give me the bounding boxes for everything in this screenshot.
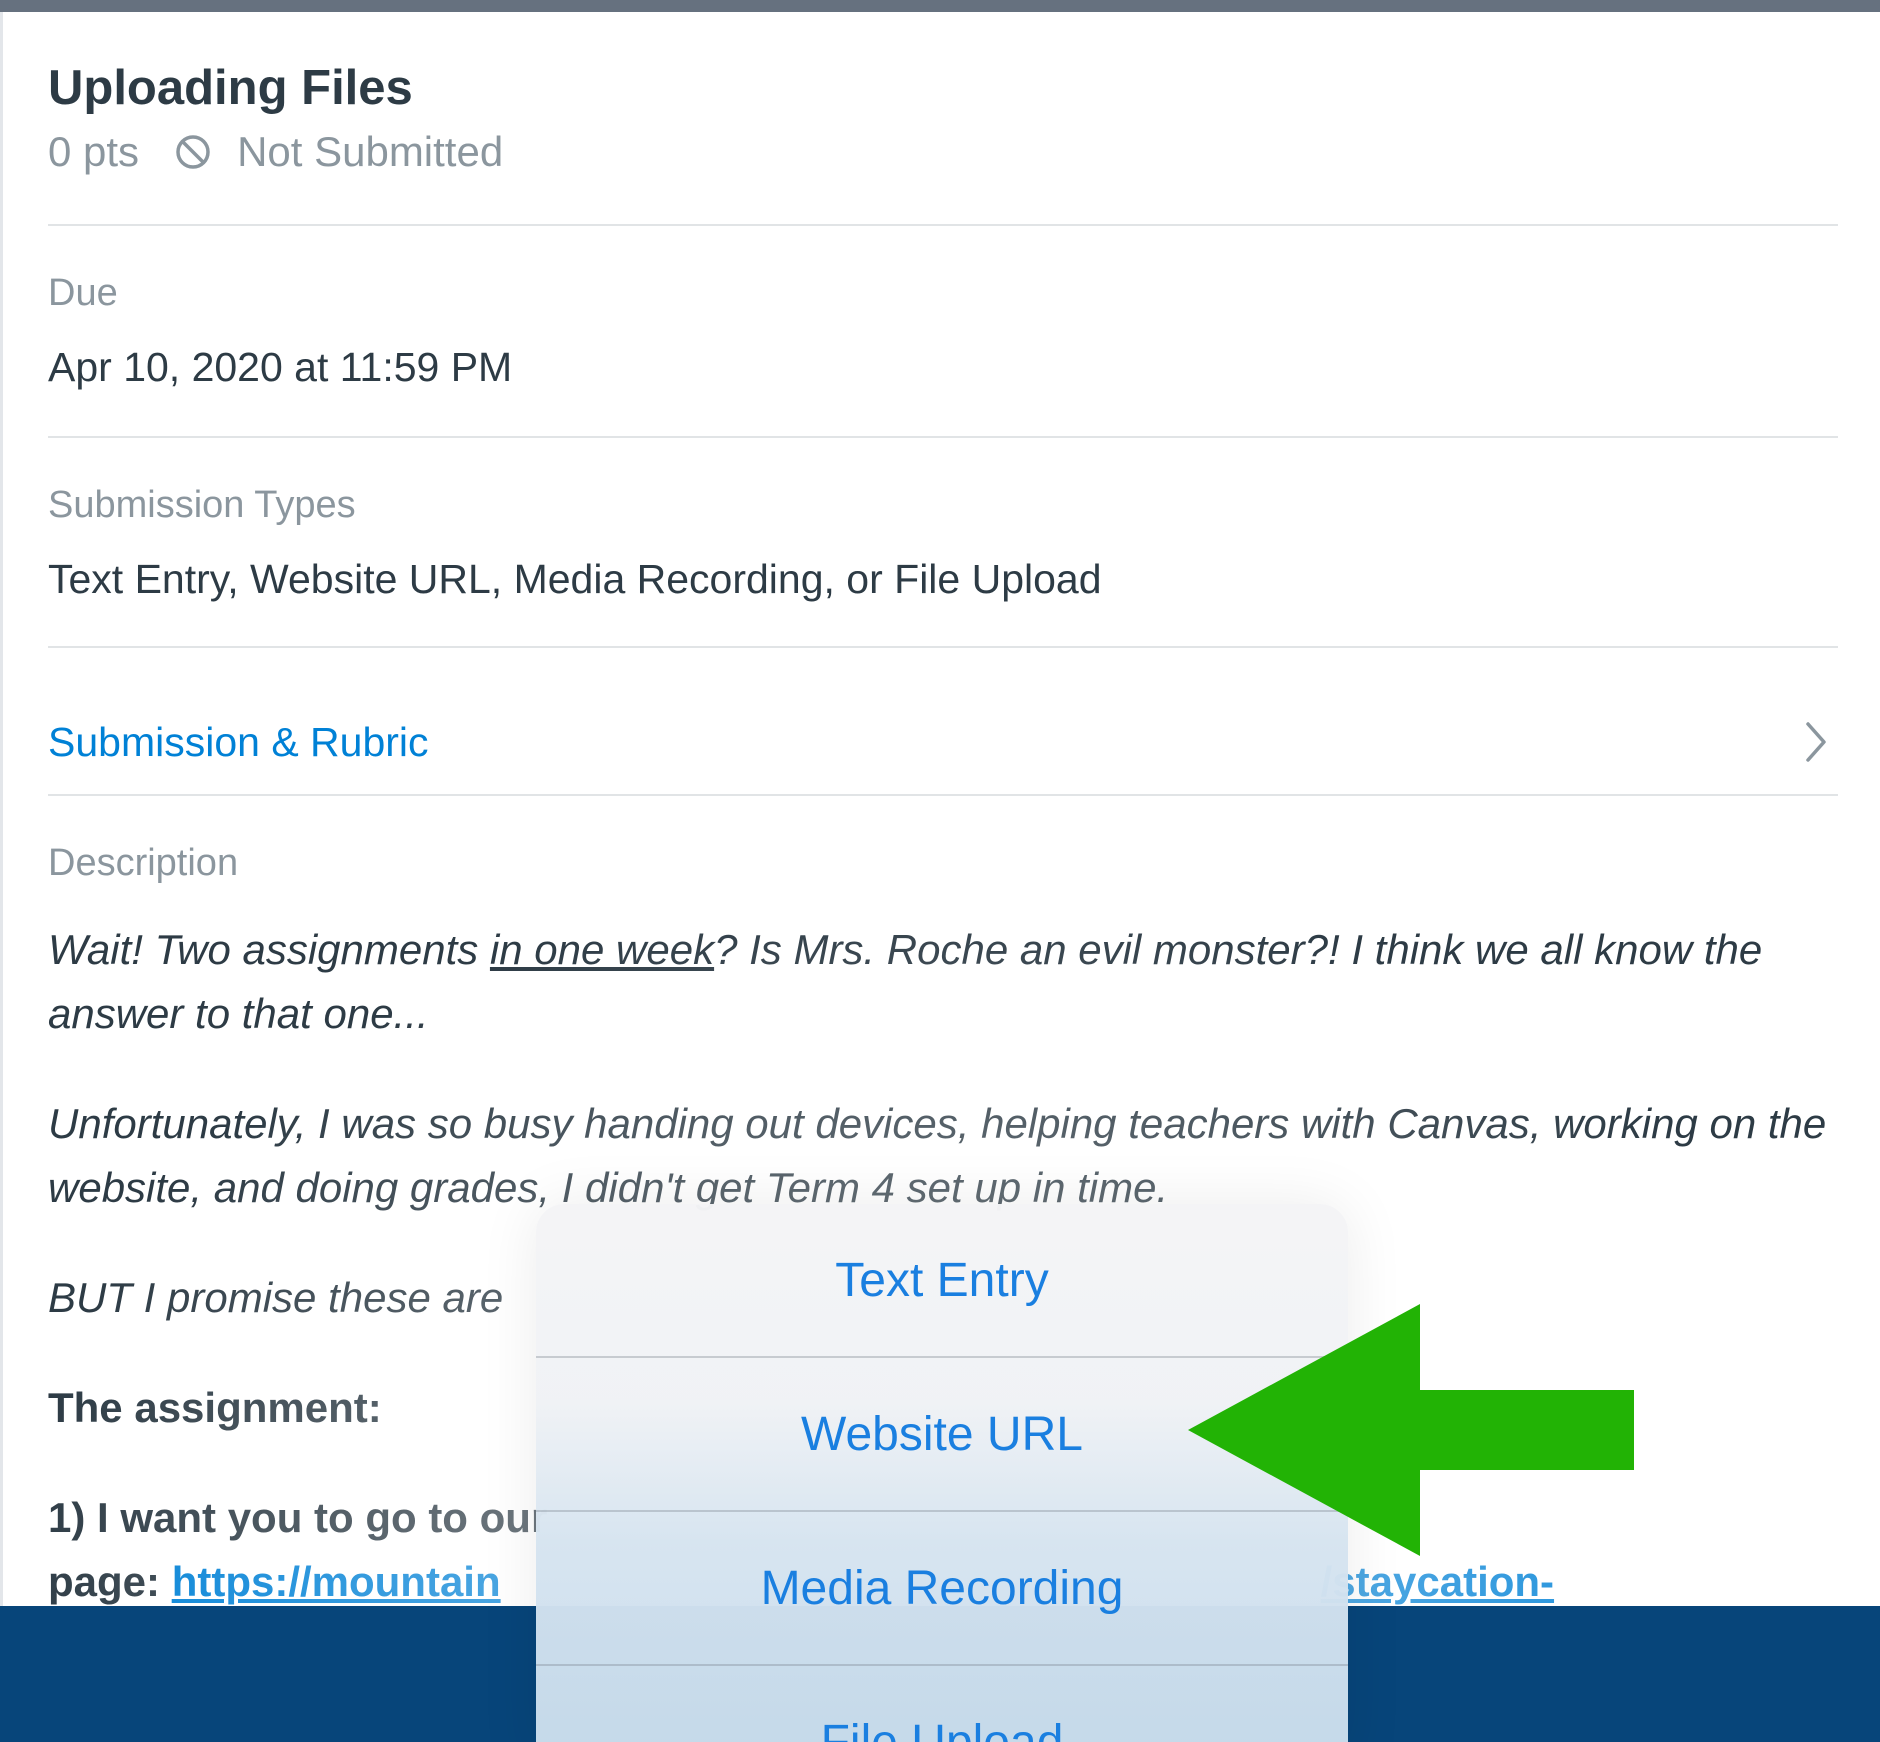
divider bbox=[48, 224, 1838, 226]
description-link[interactable]: https://mountain bbox=[172, 1558, 501, 1605]
divider bbox=[48, 794, 1838, 796]
description-underlined: in one week bbox=[489, 926, 715, 973]
description-link-tail[interactable]: /staycation- bbox=[1321, 1558, 1554, 1605]
ban-icon bbox=[176, 135, 210, 169]
submission-types-value: Text Entry, Website URL, Media Recording… bbox=[48, 556, 1102, 602]
description-label: Description bbox=[48, 842, 239, 884]
submission-rubric-label: Submission & Rubric bbox=[48, 718, 429, 765]
green-arrow-annotation bbox=[1188, 1304, 1634, 1556]
assignment-meta: 0 pts Not Submitted bbox=[48, 128, 503, 176]
due-date: Apr 10, 2020 at 11:59 PM bbox=[48, 344, 513, 390]
due-label: Due bbox=[48, 272, 118, 314]
description-paragraph: Unfortunately, I was so busy handing out… bbox=[48, 1100, 1827, 1211]
submission-rubric-link[interactable]: Submission & Rubric bbox=[48, 702, 1838, 782]
submission-types-label: Submission Types bbox=[48, 484, 356, 526]
points-label: 0 pts bbox=[48, 128, 140, 175]
top-bar bbox=[0, 0, 1880, 12]
action-file-upload[interactable]: File Upload bbox=[536, 1666, 1348, 1742]
assignment-details-screen: Uploading Files 0 pts Not Submitted Due … bbox=[0, 0, 1880, 1742]
description-text: Wait! Two assignments bbox=[48, 926, 490, 973]
assignment-title: Uploading Files bbox=[48, 61, 413, 115]
submission-status: Not Submitted bbox=[237, 128, 504, 175]
description-text: page: bbox=[48, 1558, 172, 1605]
description-paragraph: Wait! Two assignments in one week? Is Mr… bbox=[48, 918, 1838, 1046]
divider bbox=[48, 436, 1838, 438]
divider bbox=[48, 646, 1838, 648]
split-view-edge bbox=[0, 12, 3, 1612]
chevron-right-icon bbox=[1806, 722, 1826, 762]
